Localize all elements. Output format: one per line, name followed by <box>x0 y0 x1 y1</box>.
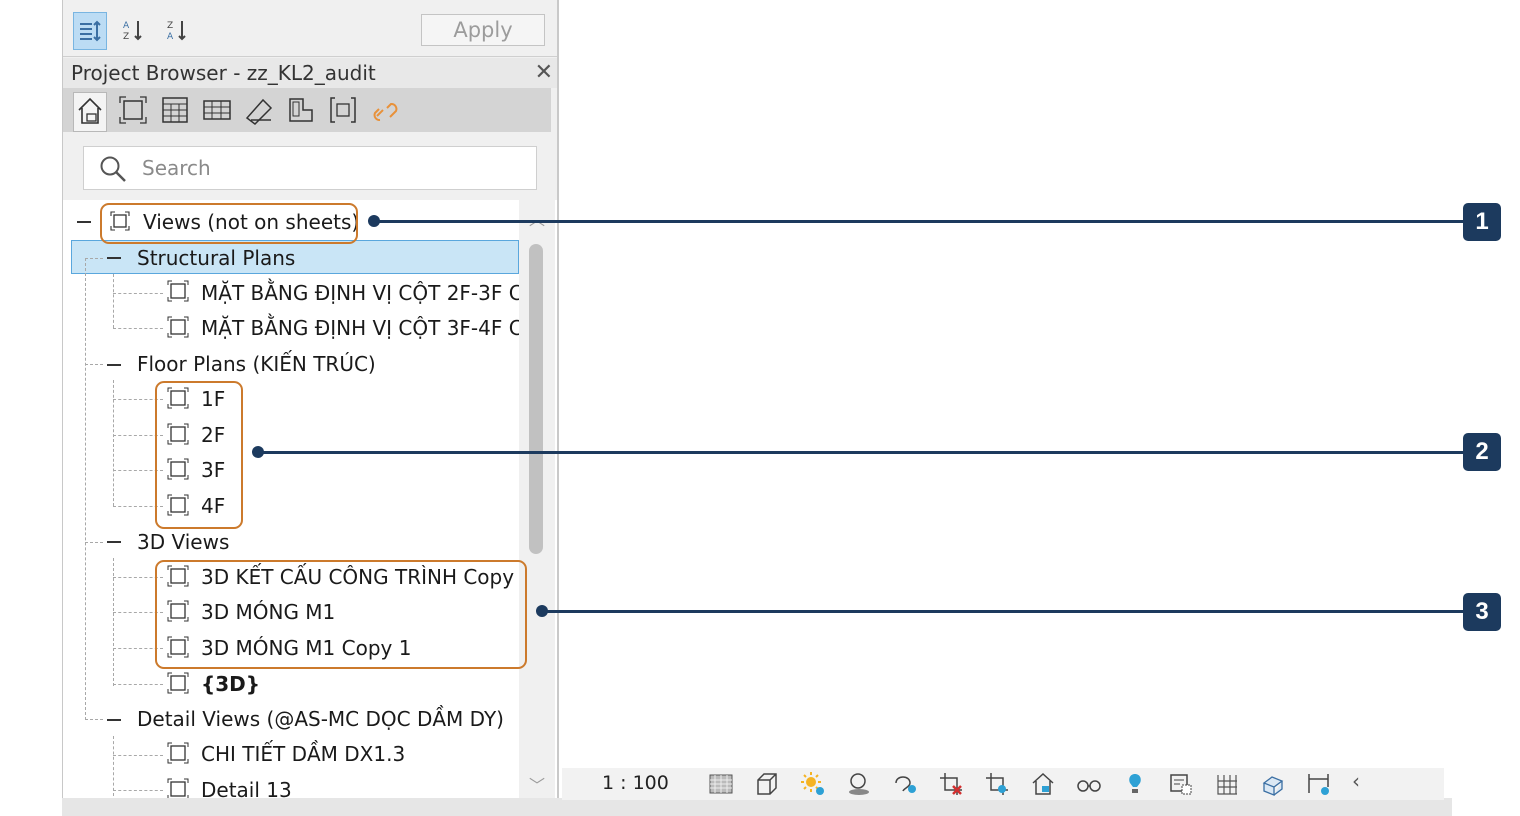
temporary-hide-icon[interactable] <box>1076 771 1102 797</box>
sort-descending-icon: Z A <box>167 21 186 42</box>
svg-text:A: A <box>123 21 130 31</box>
tree-item[interactable]: MẶT BẰNG ĐỊNH VỊ CỘT 2F-3F Cc <box>201 277 519 309</box>
highlight-displacement-icon[interactable] <box>1260 771 1286 797</box>
sort-categorized-icon <box>80 20 101 42</box>
tree-item[interactable]: {3D} <box>201 668 260 700</box>
render-icon[interactable] <box>892 771 918 797</box>
project-browser-panel: A Z Z A Apply Project Browser - zz_KL2_a… <box>62 0 559 816</box>
browser-title: Project Browser - zz_KL2_audit <box>71 61 376 85</box>
callout-3-dot <box>536 605 548 617</box>
sort-ascending-button[interactable]: A Z <box>117 12 149 48</box>
tree-group-floor-plans[interactable]: Floor Plans (KIẾN TRÚC) <box>137 348 376 380</box>
callout-1-badge: 1 <box>1463 203 1501 241</box>
link-icon <box>373 103 398 121</box>
view-scale[interactable]: 1 : 100 <box>602 772 669 794</box>
svg-text:A: A <box>167 32 174 42</box>
collapse-structural-plans-toggle[interactable] <box>107 257 121 259</box>
views-filter-button[interactable] <box>117 94 149 126</box>
groups-filter-button[interactable] <box>327 94 359 126</box>
callout-1-highlight <box>100 203 358 244</box>
tree-scrollbar[interactable]: ︿ ﹀ <box>519 200 555 800</box>
home-icon <box>78 97 102 124</box>
families-filter-button[interactable] <box>285 94 317 126</box>
callout-3-line <box>542 610 1464 613</box>
schedules-filter-button[interactable] <box>159 94 191 126</box>
scroll-up-icon[interactable]: ︿ <box>529 206 545 230</box>
browser-toolbar <box>63 88 551 132</box>
3d-view-icon <box>167 672 189 694</box>
callout-1-line <box>374 220 1464 223</box>
sort-categorized-button[interactable] <box>73 12 107 50</box>
group-icon <box>330 97 356 123</box>
scroll-down-icon[interactable]: ﹀ <box>529 772 545 796</box>
shadows-icon[interactable] <box>846 771 872 797</box>
callout-1-dot <box>368 215 380 227</box>
search-icon <box>100 156 126 182</box>
callout-3-badge: 3 <box>1463 593 1501 631</box>
search-placeholder: Search <box>142 156 211 180</box>
callout-2-badge: 2 <box>1463 433 1501 471</box>
collapse-detail-views-toggle[interactable] <box>107 719 121 721</box>
properties-toolbar: A Z Z A Apply <box>63 0 557 57</box>
detail-view-icon <box>167 742 189 764</box>
detail-view-icon <box>167 778 189 800</box>
sun-path-icon[interactable] <box>800 771 826 797</box>
collapse-floor-plans-toggle[interactable] <box>107 364 121 366</box>
tree-group-structural-plans[interactable]: Structural Plans <box>137 242 295 274</box>
svg-text:Z: Z <box>167 21 173 31</box>
status-strip <box>62 798 1452 816</box>
tree-item[interactable]: MẶT BẰNG ĐỊNH VỊ CỘT 3F-4F Cc <box>201 312 519 344</box>
temporary-view-properties-icon[interactable] <box>1168 771 1194 797</box>
tree-group-detail-views[interactable]: Detail Views (@AS-MC DỌC DẦM DY) <box>137 703 504 735</box>
collapse-icon[interactable]: ‹ <box>1352 769 1378 795</box>
scroll-thumb[interactable] <box>529 244 543 554</box>
sort-descending-button[interactable]: Z A <box>161 12 193 48</box>
sheets-filter-button[interactable] <box>243 94 275 126</box>
constraints-icon[interactable] <box>1306 771 1332 797</box>
sheet-icon <box>245 98 273 125</box>
crop-view-icon[interactable] <box>938 771 964 797</box>
close-icon[interactable]: ✕ <box>535 60 553 85</box>
browser-title-bar: Project Browser - zz_KL2_audit ✕ <box>63 58 557 88</box>
apply-button[interactable]: Apply <box>421 14 545 46</box>
callout-2-line <box>258 451 1464 454</box>
table-icon <box>203 100 231 120</box>
tree-group-3d-views[interactable]: 3D Views <box>137 526 229 558</box>
sort-ascending-icon: A Z <box>123 21 142 42</box>
collapse-root-toggle[interactable] <box>77 221 91 223</box>
svg-text:Z: Z <box>123 32 129 42</box>
links-filter-button[interactable] <box>369 94 401 126</box>
analytical-model-icon[interactable] <box>1214 771 1240 797</box>
plan-view-icon <box>167 280 189 302</box>
home-button[interactable] <box>73 92 107 132</box>
visual-style-icon[interactable] <box>754 771 780 797</box>
search-input[interactable]: Search <box>83 146 537 190</box>
plan-view-icon <box>167 316 189 338</box>
detail-level-icon[interactable] <box>708 771 734 797</box>
family-icon <box>289 98 313 122</box>
unlock-3d-icon[interactable] <box>1030 771 1056 797</box>
view-control-bar: 1 : 100 ‹ <box>562 768 1444 800</box>
tables-filter-button[interactable] <box>201 94 233 126</box>
collapse-3d-views-toggle[interactable] <box>107 541 121 543</box>
schedule-icon <box>162 97 188 123</box>
tree-item[interactable]: CHI TIẾT DẦM DX1.3 <box>201 738 405 770</box>
callout-2-dot <box>252 446 264 458</box>
callout-3-highlight <box>155 560 527 669</box>
reveal-hidden-icon[interactable] <box>1122 771 1148 797</box>
view-icon <box>119 96 147 124</box>
show-crop-icon[interactable] <box>984 771 1010 797</box>
callout-2-highlight <box>155 381 243 529</box>
browser-tree: Views (not on sheets) Structural Plans M… <box>63 200 557 802</box>
